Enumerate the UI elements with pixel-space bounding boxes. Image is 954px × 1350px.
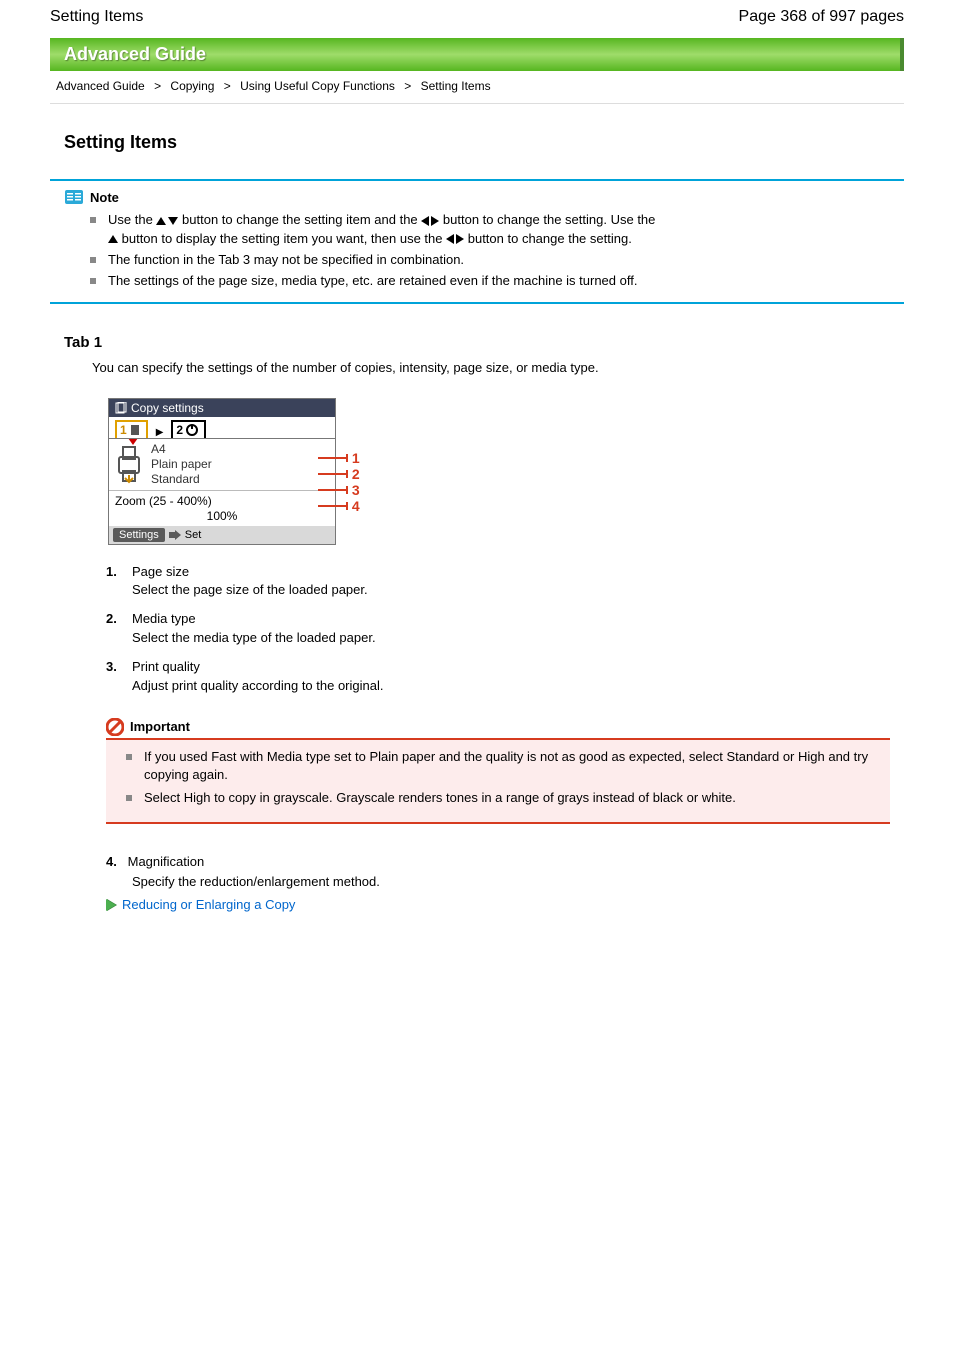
breadcrumb-item[interactable]: Using Useful Copy Functions [234,79,401,93]
copy-settings-screenshot: Copy settings 1 ▶ 2 [108,398,376,545]
tab1-heading: Tab 1 [64,334,904,351]
legend-num: 2. [106,610,124,648]
breadcrumb: Advanced Guide > Copying > Using Useful … [50,79,904,104]
legend-num: 4. [106,852,124,872]
left-right-icon [421,216,439,226]
important-label: Important [130,719,190,734]
breadcrumb-item[interactable]: Advanced Guide [50,79,151,93]
important-box: If you used Fast with Media type set to … [106,738,890,825]
copy-tab-1: 1 [115,420,148,438]
legend-num: 3. [106,658,124,696]
legend-num: 1. [106,563,124,601]
reducing-enlarging-link[interactable]: Reducing or Enlarging a Copy [106,897,904,912]
footer-settings: Settings [113,528,165,542]
tab1-desc: You can specify the settings of the numb… [64,359,904,377]
legend-desc: Specify the reduction/enlargement method… [106,872,380,892]
breadcrumb-item: Setting Items [415,79,497,93]
arrow-right-icon [106,899,116,911]
copy-tab-2: 2 [171,420,206,438]
legend-label: Page size [132,563,368,582]
section-title: Setting Items [50,132,904,153]
printer-icon [115,443,143,485]
paper-type-value: Plain paper [151,457,212,472]
legend-label: Print quality [132,658,383,677]
page-title-top: Setting Items [50,8,143,26]
breadcrumb-item[interactable]: Copying [164,79,220,93]
banner-advanced-guide: Advanced Guide [50,38,904,71]
page-counter: Page 368 of 997 pages [739,8,904,26]
note-item: The settings of the page size, media typ… [90,272,890,291]
legend-desc: Adjust print quality according to the or… [132,677,383,696]
zoom-label: Zoom (25 - 400%) [109,490,335,509]
legend-desc: Select the media type of the loaded pape… [132,629,376,648]
important-item: Select High to copy in grayscale. Graysc… [126,789,870,808]
copy-settings-title: Copy settings [131,401,204,415]
doc-icon [115,402,127,414]
paper-size-value: A4 [151,442,212,457]
legend-label: Media type [132,610,376,629]
legend-desc: Select the page size of the loaded paper… [132,581,368,600]
footer-set: Set [185,529,202,541]
up-down-icon [156,217,178,225]
quality-value: Standard [151,472,212,487]
left-right-icon [446,234,464,244]
note-icon [64,189,84,205]
important-item: If you used Fast with Media type set to … [126,748,870,786]
note-block: Note Use the button to change the settin… [50,179,904,304]
prohibit-icon [106,718,124,736]
note-label: Note [90,190,119,205]
zoom-value: 100% [109,509,335,526]
legend-label: Magnification [128,854,205,869]
note-item: The function in the Tab 3 may not be spe… [90,251,890,270]
arrow-right-icon [169,530,181,540]
note-item: Use the button to change the setting ite… [90,211,890,249]
up-icon [108,235,118,243]
